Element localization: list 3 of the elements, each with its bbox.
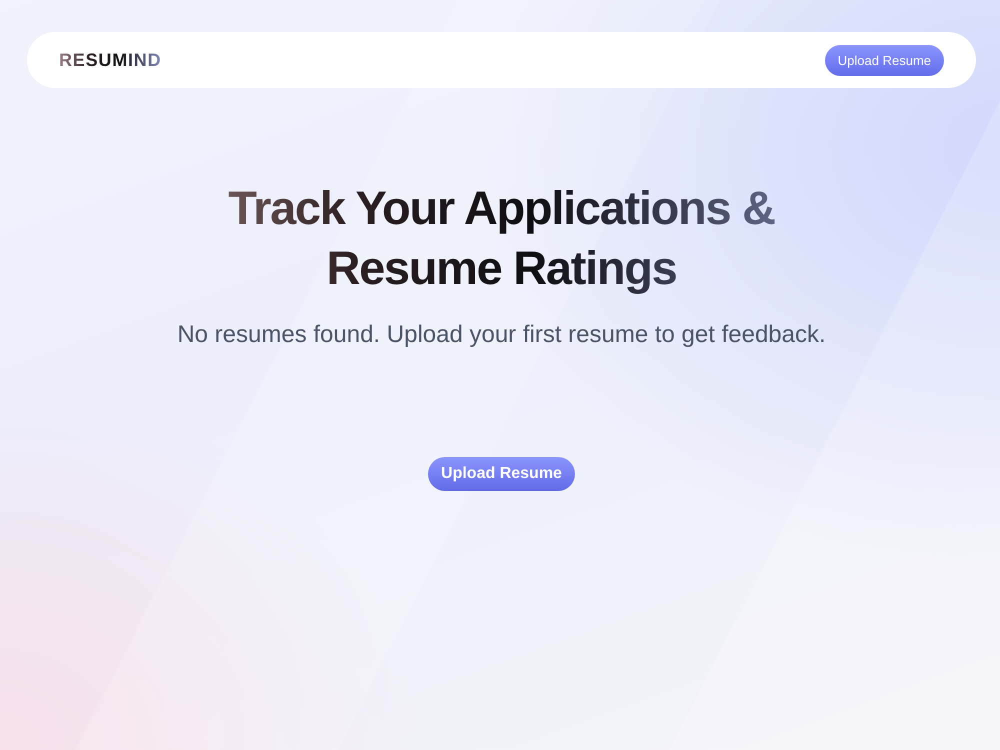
upload-resume-button[interactable]: Upload Resume <box>824 44 944 76</box>
empty-state-message: No resumes found. Upload your first resume to get feedback. <box>177 320 826 350</box>
upload-resume-button[interactable]: Upload Resume <box>428 457 575 491</box>
